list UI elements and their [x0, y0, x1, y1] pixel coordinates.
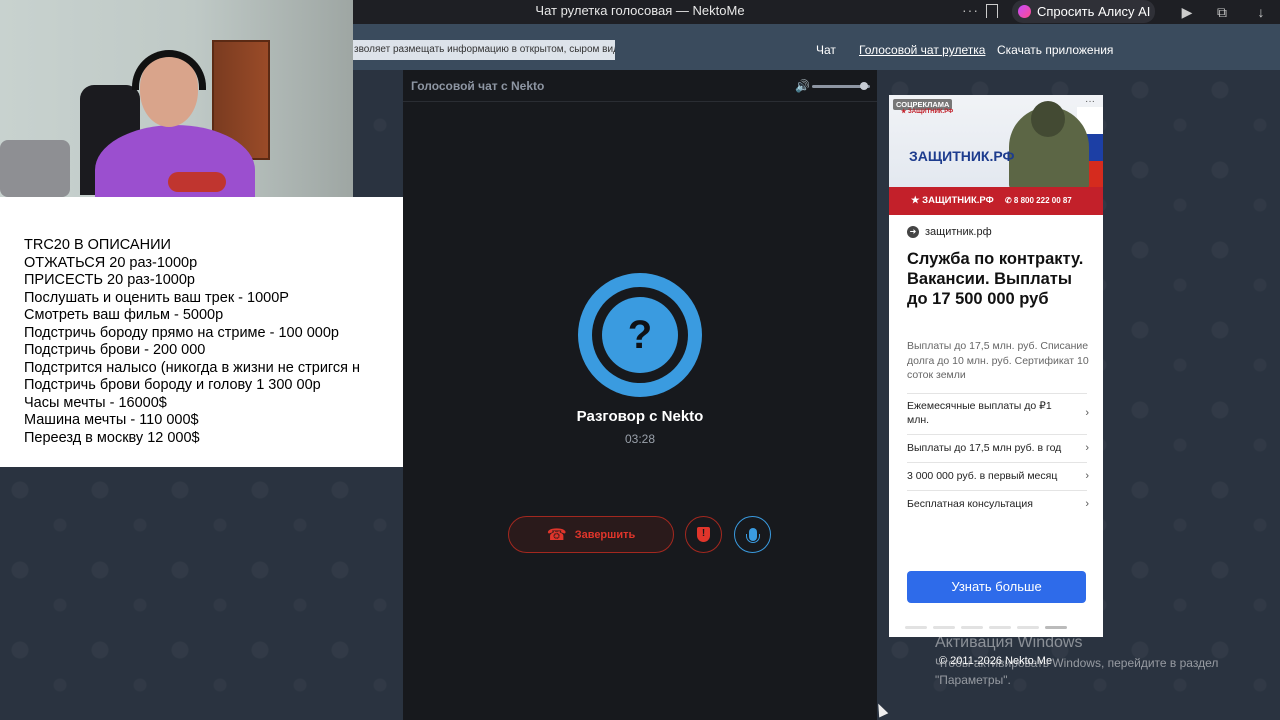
ad-banner-title: ЗАЩИТНИК.РФ [909, 148, 1015, 164]
more-menu-icon[interactable]: ··· [962, 2, 979, 18]
donation-list: TRC20 В ОПИСАНИИ ОТЖАТЬСЯ 20 раз-1000р П… [24, 237, 376, 447]
donation-line: ПРИСЕСТЬ 20 раз-1000р [24, 272, 195, 288]
report-button[interactable]: ! [685, 516, 722, 553]
partner-avatar: ? [578, 273, 702, 397]
notice-banner: зволяет размещать информацию в открытом,… [350, 40, 615, 60]
chevron-right-icon: › [1085, 470, 1089, 482]
ad-block[interactable]: СОЦРЕКЛАМА ··· ★ ЗАЩИТНИК.РФ ЗАЩИТНИК.РФ… [889, 95, 1103, 637]
learn-more-button[interactable]: Узнать больше [907, 571, 1086, 603]
end-call-label: Завершить [574, 528, 636, 541]
donation-line: Послушать и оценить ваш трек - 1000Р [24, 289, 289, 306]
ad-logo: ★ ЗАЩИТНИК.РФ [901, 109, 954, 115]
windows-activation-title: Активация Windows [935, 634, 1083, 651]
donation-line: ОТЖАТЬСЯ 20 раз-1000р [24, 254, 198, 271]
ad-domain: защитник.рф [925, 226, 992, 238]
volume-icon[interactable]: 🔊 [795, 79, 810, 93]
nav-voice-chat[interactable]: Голосовой чат рулетка [859, 43, 985, 57]
ad-more-icon[interactable]: ··· [1085, 96, 1095, 107]
ad-link-item[interactable]: 3 000 000 руб. в первый месяц › [907, 469, 1089, 483]
volume-slider-handle[interactable] [860, 82, 869, 90]
chevron-right-icon: › [1085, 498, 1089, 510]
chevron-right-icon: › [1085, 442, 1089, 454]
ad-banner-image[interactable]: СОЦРЕКЛАМА ··· ★ ЗАЩИТНИК.РФ ЗАЩИТНИК.РФ… [889, 95, 1103, 215]
ad-red-logo: ★ ЗАЩИТНИК.РФ [911, 195, 994, 206]
ask-alice-label: Спросить Алису AI [1037, 4, 1151, 19]
ad-link-item[interactable]: Выплаты до 17,5 млн руб. в год › [907, 441, 1089, 455]
copyright: © 2011-2026 Nekto.Me [939, 655, 1053, 667]
donation-line: Подстричь брови - 200 000 [24, 342, 206, 358]
ad-link-item[interactable]: Ежемесячные выплаты до ₽1 млн. › [907, 399, 1089, 427]
ask-alice-button[interactable]: Спросить Алису AI [1012, 0, 1155, 23]
ad-description: Выплаты до 17,5 млн. руб. Списание долга… [907, 340, 1089, 381]
chat-header: Голосовой чат с Nekto 🔊 [403, 70, 877, 102]
ad-link-label: Бесплатная консультация [907, 498, 1033, 510]
microphone-button[interactable] [734, 516, 771, 553]
voice-chat-panel: Голосовой чат с Nekto 🔊 ? Разговор с Nek… [403, 70, 877, 720]
donation-line: Машина мечты - 110 000$ [24, 412, 199, 428]
hang-up-icon: ☎ [546, 526, 567, 544]
webcam-feed [0, 0, 353, 197]
donation-line: Подстрится налысо (никогда в жизни не ст… [24, 359, 361, 376]
donation-line: Смотреть ваш фильм - 5000р [24, 307, 224, 323]
nav-chat[interactable]: Чат [816, 43, 836, 57]
microphone-icon [745, 528, 760, 543]
chat-title: Голосовой чат с Nekto [411, 79, 545, 93]
donation-line: TRC20 В ОПИСАНИИ [24, 237, 171, 253]
ad-carousel-dots[interactable] [905, 626, 1067, 629]
download-icon[interactable]: ↓ [1252, 3, 1270, 21]
ad-link-item[interactable]: Бесплатная консультация › [907, 497, 1089, 511]
donation-line: Подстричь бороду прямо на стриме - 100 0… [24, 324, 339, 341]
question-mark-icon: ? [627, 313, 653, 357]
nav-download-apps[interactable]: Скачать приложения [997, 43, 1113, 57]
ad-link-label: 3 000 000 руб. в первый месяц [907, 470, 1058, 482]
conversation-title: Разговор с Nekto [576, 408, 704, 425]
call-timer: 03:28 [624, 432, 656, 446]
arrow-right-icon: ➜ [907, 226, 919, 238]
donation-line: Подстричь брови бороду и голову 1 300 00… [24, 377, 321, 393]
donation-line: Часы мечты - 16000$ [24, 394, 167, 411]
shield-icon: ! [697, 527, 710, 542]
chevron-right-icon: › [1085, 407, 1089, 419]
ad-headline[interactable]: Служба по контракту. Вакансии. Выплаты д… [907, 249, 1097, 309]
bookmark-icon[interactable] [986, 4, 998, 18]
ad-link-label: Ежемесячные выплаты до ₽1 млн. [907, 400, 1052, 426]
ad-phone: ✆ 8 800 222 00 87 [1005, 196, 1072, 205]
end-call-button[interactable]: ☎ Завершить [508, 516, 674, 553]
media-play-icon[interactable]: ▶ [1178, 3, 1196, 21]
extensions-icon[interactable]: ⧉ [1213, 3, 1231, 21]
donation-line: Переезд в москву 12 000$ [24, 429, 200, 446]
alice-icon [1018, 5, 1031, 18]
ad-domain-row[interactable]: ➜ защитник.рф [907, 226, 992, 238]
ad-link-label: Выплаты до 17,5 млн руб. в год [907, 442, 1062, 454]
